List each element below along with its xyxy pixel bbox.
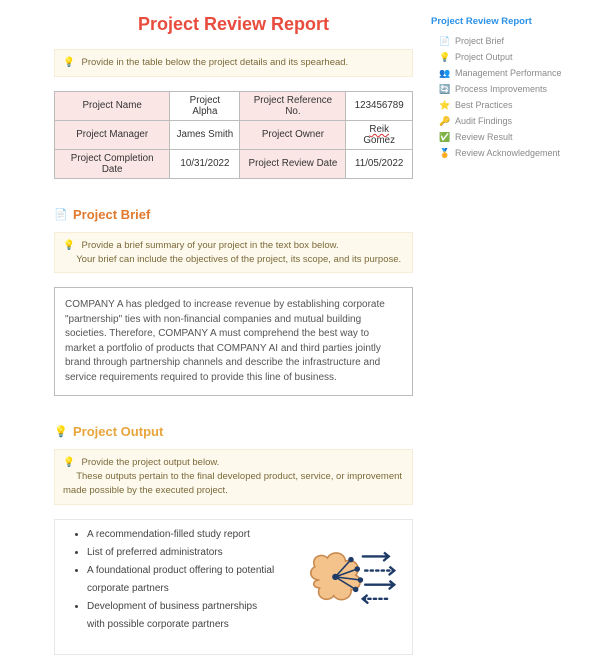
document-icon: 📄 bbox=[439, 36, 450, 47]
project-details-table: Project Name Project Alpha Project Refer… bbox=[54, 91, 413, 179]
cell-value: 11/05/2022 bbox=[346, 149, 413, 178]
star-icon: ⭐ bbox=[439, 100, 450, 111]
lightbulb-icon: 💡 bbox=[63, 240, 75, 251]
brief-hint-line1: Provide a brief summary of your project … bbox=[81, 240, 338, 251]
toc-item-best-practices[interactable]: ⭐ Best Practices bbox=[431, 97, 580, 113]
output-hint: 💡 Provide the project output below. Thes… bbox=[54, 449, 413, 504]
toc-item-audit-findings[interactable]: 🔑 Audit Findings bbox=[431, 113, 580, 129]
lightbulb-icon: 💡 bbox=[63, 57, 75, 68]
cell-value: James Smith bbox=[170, 120, 240, 149]
brief-body: COMPANY A has pledged to increase revenu… bbox=[54, 287, 413, 396]
toc-label: Project Brief bbox=[455, 36, 504, 46]
toc-label: Process Improvements bbox=[455, 84, 547, 94]
toc-item-project-output[interactable]: 💡 Project Output bbox=[431, 49, 580, 65]
toc-item-review-acknowledgement[interactable]: 🏅 Review Acknowledgement bbox=[431, 145, 580, 161]
toc-item-management-performance[interactable]: 👥 Management Performance bbox=[431, 65, 580, 81]
toc-label: Management Performance bbox=[455, 68, 562, 78]
table-row: Project Completion Date 10/31/2022 Proje… bbox=[55, 149, 413, 178]
toc-item-review-result[interactable]: ✅ Review Result bbox=[431, 129, 580, 145]
list-item: A recommendation-filled study report bbox=[87, 526, 276, 544]
toc-sidebar: Project Review Report 📄 Project Brief 💡 … bbox=[425, 10, 580, 655]
cell-value: Reik Gomez bbox=[346, 120, 413, 149]
people-icon: 👥 bbox=[439, 68, 450, 79]
toc-label: Best Practices bbox=[455, 100, 513, 110]
check-icon: ✅ bbox=[439, 132, 450, 143]
toc-item-process-improvements[interactable]: 🔄 Process Improvements bbox=[431, 81, 580, 97]
list-item: Development of business partnerships wit… bbox=[87, 598, 276, 634]
key-icon: 🔑 bbox=[439, 116, 450, 127]
cell-value: Project Alpha bbox=[170, 91, 240, 120]
cell-label: Project Review Date bbox=[240, 149, 346, 178]
cell-label: Project Reference No. bbox=[240, 91, 346, 120]
cell-label: Project Manager bbox=[55, 120, 170, 149]
list-item: A foundational product offering to poten… bbox=[87, 562, 276, 598]
cell-value: 10/31/2022 bbox=[170, 149, 240, 178]
list-item: List of preferred administrators bbox=[87, 544, 276, 562]
cell-label: Project Name bbox=[55, 91, 170, 120]
brief-hint: 💡 Provide a brief summary of your projec… bbox=[54, 232, 413, 274]
cycle-icon: 🔄 bbox=[439, 84, 450, 95]
table-row: Project Name Project Alpha Project Refer… bbox=[55, 91, 413, 120]
cell-label: Project Owner bbox=[240, 120, 346, 149]
page-title: Project Review Report bbox=[54, 14, 413, 35]
toc-label: Project Output bbox=[455, 52, 513, 62]
spellcheck-underline: Reik bbox=[369, 124, 389, 135]
cell-label: Project Completion Date bbox=[55, 149, 170, 178]
details-hint: 💡 Provide in the table below the project… bbox=[54, 49, 413, 77]
table-row: Project Manager James Smith Project Owne… bbox=[55, 120, 413, 149]
cell-value: 123456789 bbox=[346, 91, 413, 120]
document-icon: 📄 bbox=[54, 207, 68, 221]
brief-hint-line2: Your brief can include the objectives of… bbox=[76, 254, 401, 265]
toc-label: Audit Findings bbox=[455, 116, 512, 126]
details-hint-text: Provide in the table below the project d… bbox=[81, 57, 348, 68]
project-output-heading: 💡 Project Output bbox=[54, 424, 413, 439]
output-list: A recommendation-filled study report Lis… bbox=[61, 526, 276, 634]
toc-title[interactable]: Project Review Report bbox=[431, 16, 580, 27]
main-content: Project Review Report 💡 Provide in the t… bbox=[0, 10, 425, 655]
brain-network-icon bbox=[296, 540, 406, 620]
lightbulb-icon: 💡 bbox=[439, 52, 450, 63]
toc-item-project-brief[interactable]: 📄 Project Brief bbox=[431, 33, 580, 49]
toc-label: Review Acknowledgement bbox=[455, 148, 560, 158]
toc-label: Review Result bbox=[455, 132, 513, 142]
output-hint-line1: Provide the project output below. bbox=[81, 457, 219, 468]
lightbulb-icon: 💡 bbox=[63, 457, 75, 468]
project-brief-heading: 📄 Project Brief bbox=[54, 207, 413, 222]
output-content: A recommendation-filled study report Lis… bbox=[54, 519, 413, 655]
lightbulb-icon: 💡 bbox=[54, 425, 68, 439]
output-hint-line2: These outputs pertain to the final devel… bbox=[63, 471, 402, 496]
medal-icon: 🏅 bbox=[439, 148, 450, 159]
